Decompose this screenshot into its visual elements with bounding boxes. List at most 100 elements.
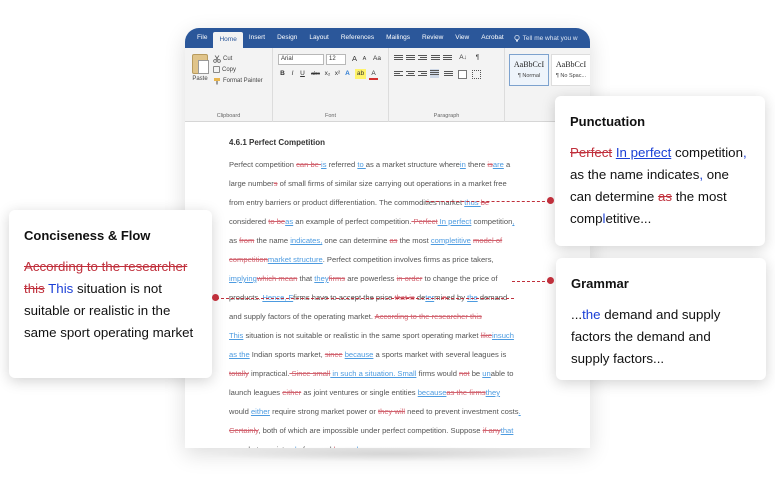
- document-text-run: Indian sports market,: [249, 350, 325, 359]
- text-effects-button[interactable]: A: [343, 69, 352, 79]
- document-text-run: one can determine: [322, 236, 390, 245]
- change-case-button[interactable]: Aa: [371, 54, 383, 64]
- font-color-button[interactable]: A: [369, 69, 378, 80]
- tab-insert[interactable]: Insert: [243, 28, 271, 48]
- document-text-run: launch leagues: [229, 388, 283, 397]
- shrink-font-button[interactable]: A: [360, 54, 369, 64]
- tab-home[interactable]: Home: [213, 32, 243, 48]
- highlight-button[interactable]: ab: [355, 69, 366, 79]
- italic-button[interactable]: I: [288, 69, 297, 79]
- decrease-indent-button[interactable]: [431, 54, 440, 63]
- tracked-insertion: un: [482, 369, 491, 378]
- align-center-button[interactable]: [406, 70, 415, 79]
- document-line: Certainly, both of which are impossible …: [229, 421, 545, 440]
- tracked-deletion: Perfect: [411, 217, 438, 226]
- tracked-insertion: in such a situation. Small: [330, 369, 417, 378]
- grow-font-button[interactable]: A: [350, 54, 359, 64]
- conciseness-card: Conciseness & Flow According to the rese…: [9, 210, 212, 378]
- tracked-deletion: firms: [328, 274, 346, 283]
- tracked-insertion: as the: [229, 350, 250, 359]
- document-text-run: considered: [229, 217, 269, 226]
- document-line: as from the name indicates, one can dete…: [229, 231, 545, 250]
- strikethrough-button[interactable]: abc: [309, 69, 322, 79]
- copy-button[interactable]: Copy: [213, 66, 236, 73]
- style-normal[interactable]: AaBbCcI ¶ Normal: [509, 54, 549, 86]
- increase-indent-button[interactable]: [443, 54, 452, 63]
- tracked-deletion: since: [324, 350, 343, 359]
- document-page[interactable]: 4.6.1 Perfect Competition Perfect compet…: [185, 122, 545, 448]
- conciseness-connector-dot: [212, 294, 219, 301]
- copy-icon: [213, 66, 220, 73]
- underline-button[interactable]: U: [298, 69, 307, 79]
- tab-design[interactable]: Design: [271, 28, 303, 48]
- style-no-spacing[interactable]: AaBbCcI ¶ No Spac...: [551, 54, 590, 86]
- tab-view[interactable]: View: [449, 28, 475, 48]
- tracked-insertion: indicates,: [290, 236, 323, 245]
- tell-me-box[interactable]: Tell me what you w: [514, 35, 578, 42]
- sort-button[interactable]: A↓: [457, 53, 469, 63]
- document-line: This situation is not suitable or realis…: [229, 326, 545, 345]
- tab-acrobat[interactable]: Acrobat: [475, 28, 509, 48]
- ribbon-home: Paste Cut Copy Format Painter Clipboard …: [185, 48, 590, 122]
- tracked-insertion: that: [500, 426, 514, 435]
- document-text-run: that: [297, 274, 315, 283]
- document-text-run: . Perfect competition involves firms as …: [322, 255, 494, 264]
- tab-review[interactable]: Review: [416, 28, 449, 48]
- clipboard-group-label: Clipboard: [216, 113, 241, 119]
- tracked-insertion: because: [344, 350, 374, 359]
- document-text-run: , both of which are impossible under per…: [258, 426, 483, 435]
- tracked-deletion: be: [480, 198, 490, 207]
- tab-mailings[interactable]: Mailings: [380, 28, 416, 48]
- style-no-spacing-name: ¶ No Spac...: [555, 73, 587, 79]
- punctuation-text-1: competition: [674, 145, 743, 160]
- bold-button[interactable]: B: [278, 69, 287, 79]
- paste-button[interactable]: Paste: [189, 54, 211, 82]
- justify-button[interactable]: [430, 69, 439, 78]
- conciseness-title: Conciseness & Flow: [24, 228, 151, 243]
- document-line: and supply factors of the operating mark…: [229, 307, 545, 326]
- copy-label: Copy: [222, 66, 237, 73]
- numbering-button[interactable]: [406, 54, 415, 63]
- bullets-button[interactable]: [394, 54, 403, 63]
- cut-button[interactable]: Cut: [213, 55, 232, 63]
- tracked-deletion: which mean: [256, 274, 298, 283]
- document-line: would either require strong market power…: [229, 402, 545, 421]
- tracked-insertion: they: [485, 388, 501, 397]
- subscript-button[interactable]: x₂: [323, 69, 332, 79]
- document-text-run: Perfect competition: [229, 160, 297, 169]
- show-marks-button[interactable]: ¶: [473, 53, 482, 63]
- tab-references[interactable]: References: [335, 28, 380, 48]
- borders-button[interactable]: [472, 70, 481, 79]
- line-spacing-button[interactable]: [444, 70, 453, 79]
- style-normal-name: ¶ Normal: [517, 73, 541, 79]
- conciseness-connector: [216, 298, 514, 299]
- document-line: implyingwhich mean that theyfirms are po…: [229, 269, 545, 288]
- font-group: Arial 12 A A Aa B I U abc x₂ x² A ab A F…: [273, 48, 389, 122]
- tracked-deletion: can be: [296, 160, 322, 169]
- document-text-run: as a market structure where: [365, 160, 460, 169]
- align-right-button[interactable]: [418, 70, 427, 79]
- tab-layout[interactable]: Layout: [303, 28, 335, 48]
- superscript-button[interactable]: x²: [333, 69, 342, 79]
- tab-file[interactable]: File: [191, 28, 213, 48]
- tracked-insertion: implying: [229, 274, 257, 283]
- word-document-window: File Home Insert Design Layout References Mail…: [185, 28, 590, 448]
- document-line: as the Indian sports market, since becau…: [229, 345, 545, 364]
- align-left-button[interactable]: [394, 70, 403, 79]
- document-text-run: there: [465, 160, 488, 169]
- document-text-run: be: [469, 369, 483, 378]
- format-painter-button[interactable]: Format Painter: [213, 77, 263, 85]
- shading-button[interactable]: [458, 70, 467, 79]
- punctuation-text: Perfect In perfect competition, as the n…: [570, 142, 751, 230]
- format-painter-label: Format Painter: [223, 78, 263, 84]
- document-text-run: referred: [326, 160, 358, 169]
- tracked-deletion: Since small: [289, 369, 331, 378]
- conciseness-text: According to the researcher this This si…: [24, 256, 198, 344]
- window-shadow: [205, 446, 575, 462]
- grammar-text: ...the demand and supply factors the dem…: [571, 304, 752, 370]
- multilevel-list-button[interactable]: [418, 54, 427, 63]
- font-size-select[interactable]: 12: [326, 54, 346, 65]
- font-name-select[interactable]: Arial: [278, 54, 324, 65]
- tracked-deletion: as the firms: [446, 388, 486, 397]
- tracked-deletion: model of: [473, 236, 503, 245]
